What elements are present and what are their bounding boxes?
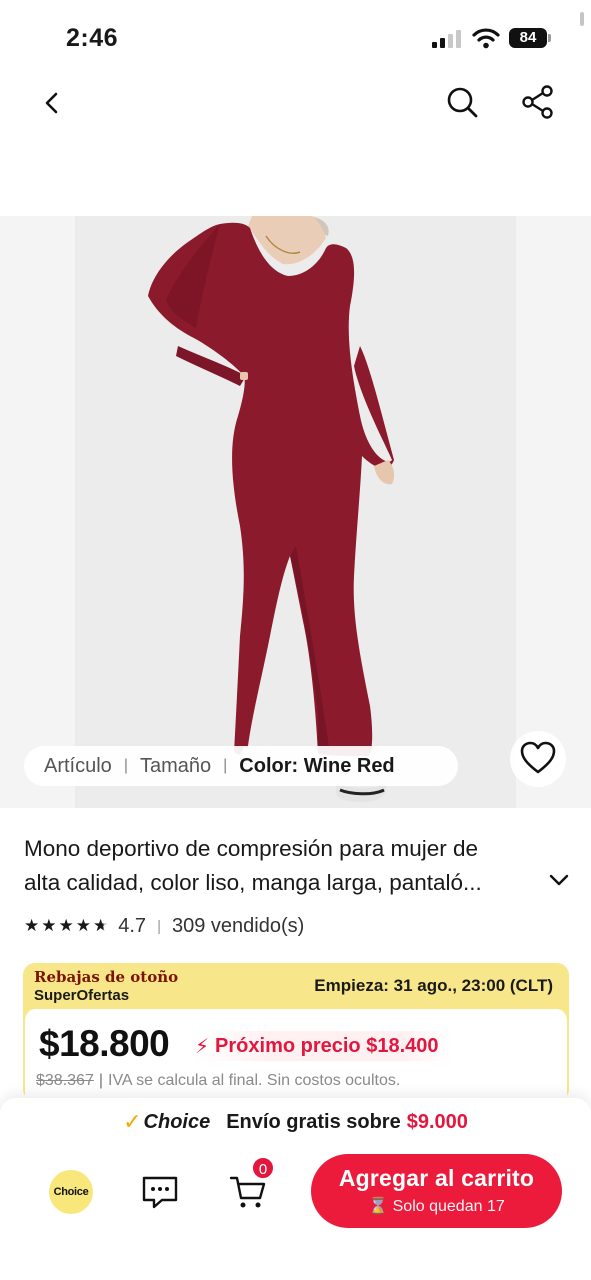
variant-divider: | xyxy=(223,757,228,774)
next-price-text: Próximo precio $18.400 xyxy=(215,1034,439,1057)
product-title: Mono deportivo de compresión para mujer … xyxy=(24,832,544,900)
promo-card[interactable]: Rebajas de otoño SuperOfertas Empieza: 3… xyxy=(23,963,569,1101)
stock-remaining: ⌛ Solo quedan 17 xyxy=(368,1198,505,1215)
battery-tip xyxy=(548,34,551,42)
price-panel: $18.800 ⚡ Próximo precio $18.400 $38.367… xyxy=(23,1009,569,1101)
promo-event-name: Rebajas de otoño xyxy=(34,968,179,986)
product-title-line-2: alta calidad, color liso, manga larga, p… xyxy=(24,870,482,895)
wishlist-button[interactable] xyxy=(510,731,566,787)
battery-indicator: 84 xyxy=(509,28,547,48)
status-bar: 2:46 84 xyxy=(0,0,591,78)
chat-icon[interactable] xyxy=(140,1172,180,1212)
wifi-icon xyxy=(472,28,500,49)
star-rating: ★ ★ ★ ★ ★ xyxy=(24,916,108,936)
sold-count: 309 vendido(s) xyxy=(171,914,305,937)
star-icon: ★ xyxy=(24,916,40,935)
free-shipping-text: Envío gratis sobre xyxy=(226,1110,401,1133)
choice-label: Choice xyxy=(143,1110,211,1133)
promo-program: SuperOfertas xyxy=(34,987,130,1004)
promo-start-time: Empieza: 31 ago., 23:00 (CLT) xyxy=(314,976,553,995)
product-title-line-1: Mono deportivo de compresión para mujer … xyxy=(24,836,478,861)
star-icon: ★ xyxy=(75,916,91,935)
add-to-cart-button[interactable]: Agregar al carrito ⌛ Solo quedan 17 xyxy=(311,1154,562,1228)
next-price-badge: ⚡ Próximo precio $18.400 xyxy=(195,1031,453,1061)
original-price: $38.367 xyxy=(36,1072,94,1089)
add-to-cart-label: Agregar al carrito xyxy=(338,1165,535,1191)
rating-divider: | xyxy=(157,917,161,935)
variant-size-label[interactable]: Tamaño xyxy=(140,755,211,778)
cart-count-badge: 0 xyxy=(251,1156,275,1180)
bottom-action-bar: ✓ Choice Envío gratis sobre $9.000 Choic… xyxy=(0,1098,591,1280)
status-time: 2:46 xyxy=(66,24,119,52)
promo-header: Rebajas de otoño SuperOfertas Empieza: 3… xyxy=(23,963,569,1009)
heart-icon xyxy=(520,741,556,774)
product-image[interactable] xyxy=(0,216,591,808)
price-note-row: $38.367 | IVA se calcula al final. Sin cos… xyxy=(36,1072,400,1090)
signal-icon xyxy=(432,30,461,48)
current-price: $18.800 xyxy=(39,1023,170,1064)
lightning-icon: ⚡ xyxy=(195,1035,210,1058)
shipping-row[interactable]: ✓ Choice Envío gratis sobre $9.000 xyxy=(0,1108,591,1136)
variant-divider: | xyxy=(123,757,128,774)
star-icon: ★ xyxy=(58,916,74,935)
chevron-down-icon[interactable] xyxy=(547,870,571,890)
choice-store-button[interactable]: Choice xyxy=(49,1170,93,1214)
star-icon: ★ xyxy=(41,916,57,935)
scroll-indicator xyxy=(580,12,584,26)
product-photo xyxy=(148,216,395,802)
check-icon: ✓ xyxy=(123,1109,142,1134)
tax-note: IVA se calcula al final. Sin costos ocul… xyxy=(108,1072,401,1089)
rating-value: 4.7 xyxy=(118,914,147,937)
half-star-icon: ★ xyxy=(93,916,109,935)
rating-row[interactable]: ★ ★ ★ ★ ★ 4.7 | 309 vendido(s) xyxy=(24,912,304,940)
variant-selector[interactable]: Artículo | Tamaño | Color: Wine Red xyxy=(24,746,458,786)
back-icon[interactable] xyxy=(38,88,68,118)
nav-bar xyxy=(0,78,591,130)
search-icon[interactable] xyxy=(444,84,480,120)
variant-item-label[interactable]: Artículo xyxy=(44,755,112,778)
price-note-divider: | xyxy=(98,1072,103,1089)
free-shipping-threshold: $9.000 xyxy=(406,1110,468,1133)
variant-color-label[interactable]: Color: Wine Red xyxy=(239,755,394,778)
share-icon[interactable] xyxy=(520,84,556,120)
